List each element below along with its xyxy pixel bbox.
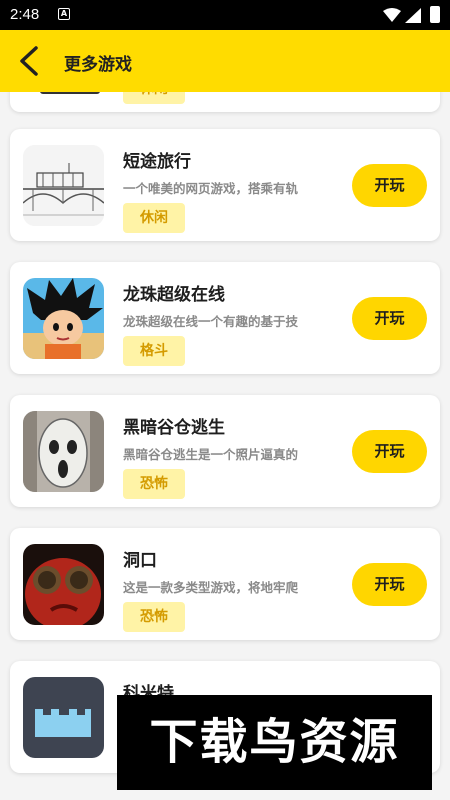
- game-thumbnail-partial: [40, 92, 100, 94]
- game-thumbnail-ghost: [23, 411, 104, 492]
- game-card-partial[interactable]: 休闲: [10, 92, 440, 112]
- game-tag: 格斗: [123, 336, 185, 366]
- game-name: 龙珠超级在线: [123, 285, 225, 305]
- game-thumbnail-red-face: [23, 544, 104, 625]
- game-desc: 这是一款多类型游戏，将地牢爬: [123, 580, 299, 595]
- game-list[interactable]: 休闲 短途旅行 一个唯美的网页游戏，搭乘有轨 休闲 开玩: [0, 92, 450, 800]
- wifi-icon: [383, 8, 401, 22]
- game-name: 黑暗谷仓逃生: [123, 418, 225, 438]
- signal-icon: [405, 8, 421, 23]
- chevron-left-icon[interactable]: [16, 46, 42, 76]
- play-button[interactable]: 开玩: [352, 164, 427, 207]
- game-thumbnail-goku: [23, 278, 104, 359]
- app-header: 更多游戏: [0, 30, 450, 92]
- play-button[interactable]: 开玩: [352, 297, 427, 340]
- game-desc: 龙珠超级在线一个有趣的基于技: [123, 314, 299, 329]
- game-tag: 休闲: [123, 203, 185, 233]
- game-desc: 黑暗谷仓逃生是一个照片逼真的: [123, 447, 299, 462]
- notification-a-icon: A: [58, 8, 70, 20]
- battery-icon: [430, 6, 440, 23]
- status-time: 2:48: [10, 6, 40, 23]
- game-card[interactable]: 短途旅行 一个唯美的网页游戏，搭乘有轨 休闲 开玩: [10, 129, 440, 241]
- game-thumbnail-bridge: [23, 145, 104, 226]
- page-title: 更多游戏: [64, 55, 132, 75]
- game-desc: 一个唯美的网页游戏，搭乘有轨: [123, 181, 299, 196]
- game-tag: 休闲: [123, 92, 185, 104]
- game-thumbnail-castle: [23, 677, 104, 758]
- game-card[interactable]: 龙珠超级在线 龙珠超级在线一个有趣的基于技 格斗 开玩: [10, 262, 440, 374]
- game-tag: 恐怖: [123, 469, 185, 499]
- game-card[interactable]: 洞口 这是一款多类型游戏，将地牢爬 恐怖 开玩: [10, 528, 440, 640]
- game-tag: 恐怖: [123, 602, 185, 632]
- play-button[interactable]: 开玩: [352, 563, 427, 606]
- game-name: 洞口: [123, 551, 157, 571]
- watermark-banner: 下载鸟资源: [117, 695, 432, 790]
- play-button[interactable]: 开玩: [352, 430, 427, 473]
- game-name: 短途旅行: [123, 152, 191, 172]
- status-bar: 2:48 A: [0, 0, 450, 30]
- game-card[interactable]: 黑暗谷仓逃生 黑暗谷仓逃生是一个照片逼真的 恐怖 开玩: [10, 395, 440, 507]
